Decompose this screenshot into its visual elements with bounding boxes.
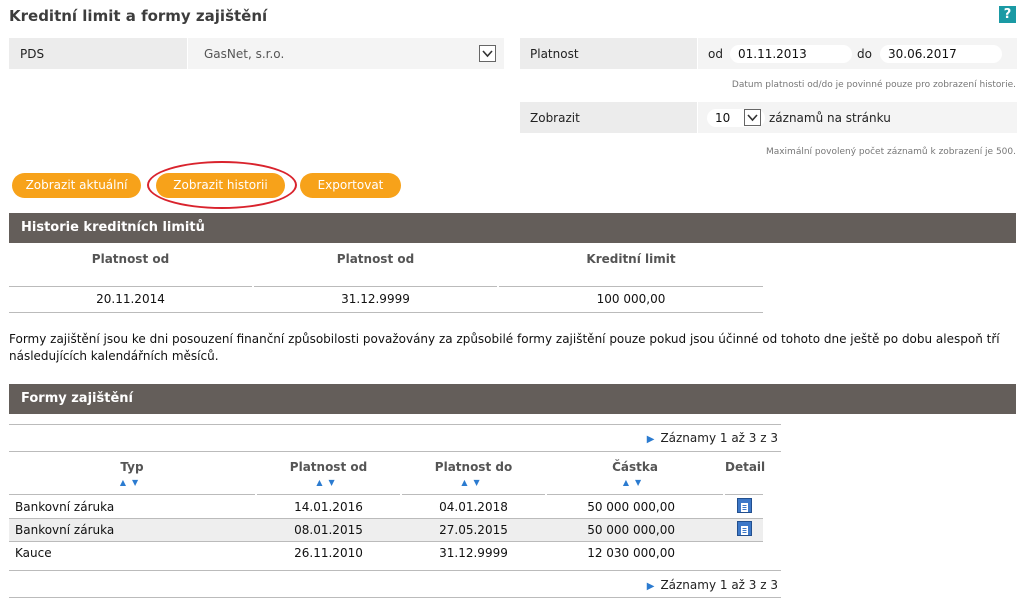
pager-top[interactable]: ▶ Záznamy 1 až 3 z 3 [647,431,778,445]
col-header-detail: Detail [725,460,766,474]
guarantees-header: Formy zajištění [9,384,1016,414]
help-icon[interactable]: ? [999,6,1016,23]
col-header-amount[interactable]: Částka [547,460,723,474]
pds-label: PDS [20,47,45,61]
eligibility-note: Formy zajištění jsou ke dni posouzení fi… [9,332,1000,363]
col-header-credit-limit: Kreditní limit [586,252,676,266]
row-valid-to: 27.05.2015 [439,523,508,537]
row-valid-from: 08.01.2015 [294,523,363,537]
divider [9,424,781,425]
chevron-right-icon: ▶ [646,434,655,445]
divider [9,570,781,571]
row-valid-from: 26.11.2010 [294,546,363,560]
chevron-down-icon[interactable] [479,45,496,62]
credit-row-limit: 100 000,00 [596,292,666,306]
row-valid-from: 14.01.2016 [294,500,363,514]
detail-icon[interactable] [737,521,752,536]
divider [9,312,763,313]
col-header-type[interactable]: Typ [9,460,255,474]
row-type: Bankovní záruka [15,523,115,537]
sort-icon-type[interactable]: ▲▼ [9,478,255,487]
page-size-label: Zobrazit [530,111,580,125]
col-header-valid-from[interactable]: Platnost od [257,460,400,474]
divider [9,597,781,598]
col-header-valid-from-2: Platnost od [336,252,415,266]
detail-icon[interactable] [737,498,752,513]
chevron-right-icon: ▶ [646,581,655,592]
sort-icon-valid-to[interactable]: ▲▼ [402,478,545,487]
page-size-suffix: záznamů na stránku [769,111,891,125]
page-size-value: 10 [715,111,731,125]
row-amount: 12 030 000,00 [587,546,675,560]
from-label: od [708,47,723,61]
credit-row-valid-from: 20.11.2014 [96,292,165,306]
date-from-input[interactable]: 01.11.2013 [730,45,852,63]
chevron-down-icon[interactable] [744,109,761,126]
divider [9,286,252,287]
row-type: Kauce [15,546,52,560]
date-to-input[interactable]: 30.06.2017 [880,45,1002,63]
page-title: Kreditní limit a formy zajištění [9,7,268,25]
row-amount: 50 000 000,00 [587,523,675,537]
row-valid-to: 04.01.2018 [439,500,508,514]
validity-hint: Datum platnosti od/do je povinné pouze p… [731,80,1016,90]
show-history-button[interactable]: Zobrazit historii [156,173,285,198]
col-header-valid-to[interactable]: Platnost do [402,460,545,474]
pds-select-value: GasNet, s.r.o. [204,47,285,61]
pager-bottom-text: Záznamy 1 až 3 z 3 [660,578,778,592]
row-type: Bankovní záruka [15,500,115,514]
credit-history-header: Historie kreditních limitů [9,213,1016,243]
col-header-valid-from: Platnost od [91,252,170,266]
show-current-button[interactable]: Zobrazit aktuální [12,173,141,198]
to-label: do [857,47,872,61]
page-size-select[interactable]: 10 [707,109,765,127]
divider [254,286,497,287]
row-amount: 50 000 000,00 [587,500,675,514]
sort-icon-amount[interactable]: ▲▼ [547,478,723,487]
sort-icon-valid-from[interactable]: ▲▼ [257,478,400,487]
divider [9,451,781,452]
export-button[interactable]: Exportovat [300,173,401,198]
pager-bottom[interactable]: ▶ Záznamy 1 až 3 z 3 [647,578,778,592]
row-valid-to: 31.12.9999 [439,546,508,560]
credit-row-valid-to: 31.12.9999 [341,292,410,306]
validity-label: Platnost [530,47,579,61]
pds-select[interactable]: GasNet, s.r.o. [187,38,504,69]
divider [499,286,763,287]
pager-top-text: Záznamy 1 až 3 z 3 [660,431,778,445]
page-size-hint: Maximální povolený počet záznamů k zobra… [765,147,1016,157]
